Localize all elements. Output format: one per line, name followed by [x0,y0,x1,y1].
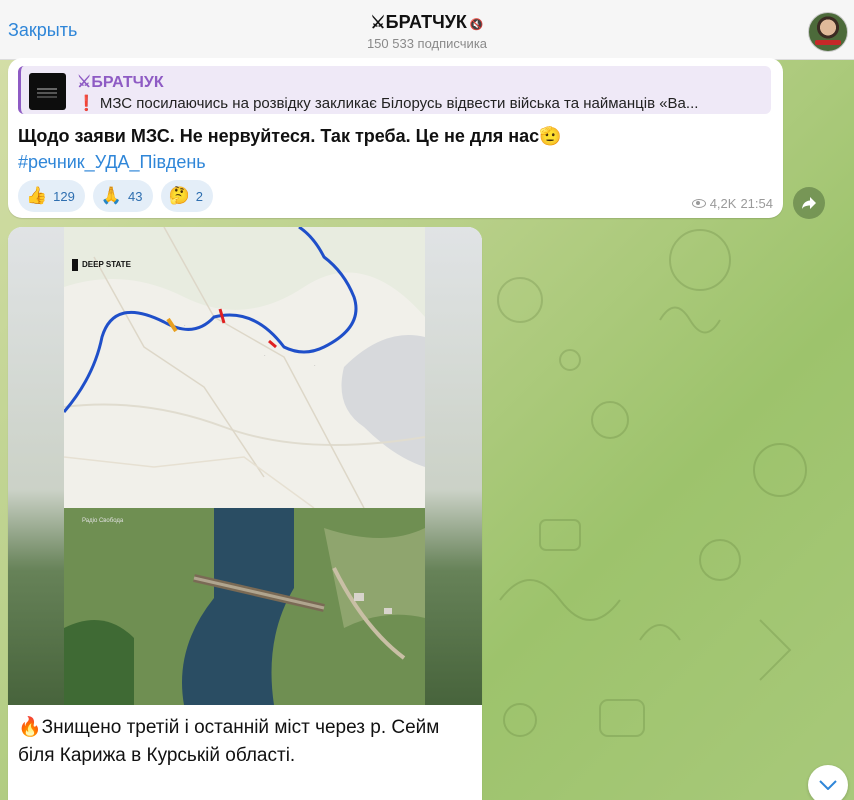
map-image[interactable]: DEEP STATE ··· [64,227,425,508]
sat-brand: Радіо Свобода [82,518,124,524]
hashtag-link[interactable]: #речник_УДА_Південь [18,152,206,173]
message-text: Щодо заяви МЗС. Не нервуйтеся. Так треба… [18,126,562,146]
svg-text:Радіо Свобода: Радіо Свобода [82,518,124,524]
scroll-down-button[interactable] [808,765,848,800]
channel-name: БРАТЧУК [385,12,467,32]
svg-text:DEEP STATE: DEEP STATE [82,260,132,269]
exclamation-icon: ❗ [77,95,96,112]
crossed-swords-icon: ⚔ [77,74,92,91]
fire-icon: 🔥 [18,717,42,738]
eye-icon [691,199,706,208]
chevron-down-icon [819,780,837,790]
reply-quote[interactable]: ⚔БРАТЧУК ❗ МЗС посилаючись на розвідку з… [18,66,771,114]
media-message-bubble: DEEP STATE · · · Радіо Свобода 🔥Знищено тр… [8,227,482,800]
share-arrow-icon [802,197,816,209]
crossed-swords-icon: ⚔ [370,13,386,32]
message-time: 21:54 [740,196,773,211]
satellite-image[interactable]: Радіо Свобода [64,508,425,705]
media-caption: 🔥Знищено третій і останній міст через р.… [18,717,440,766]
reply-author: ⚔БРАТЧУК [77,74,164,91]
subscriber-count: 150 533 подписчика [366,36,488,51]
chat-header: Закрыть ⚔БРАТЧУК 🔇 150 533 подписчика [0,0,854,60]
muted-speaker-icon: 🔇 [469,19,484,31]
message-bubble: ⚔БРАТЧУК ❗ МЗС посилаючись на розвідку з… [8,58,783,218]
view-count: 4,2K [709,196,737,211]
reply-text: ❗ МЗС посилаючись на розвідку закликає Б… [77,95,699,112]
photo-blur-right [425,227,482,705]
reaction-thinking[interactable]: 🤔 2 [160,180,213,212]
reaction-thumbs-up[interactable]: 👍 129 [18,180,85,212]
photo-blur-left [8,227,64,705]
channel-avatar[interactable] [808,12,848,52]
reactions-bar: 👍 129 🙏 43 🤔 2 [18,180,213,212]
channel-title[interactable]: ⚔БРАТЧУК 🔇 [0,12,854,33]
share-button[interactable] [793,187,825,219]
message-meta: 4,2K 21:54 [691,196,773,211]
reply-thumbnail [29,73,66,110]
reaction-pray[interactable]: 🙏 43 [92,180,153,212]
